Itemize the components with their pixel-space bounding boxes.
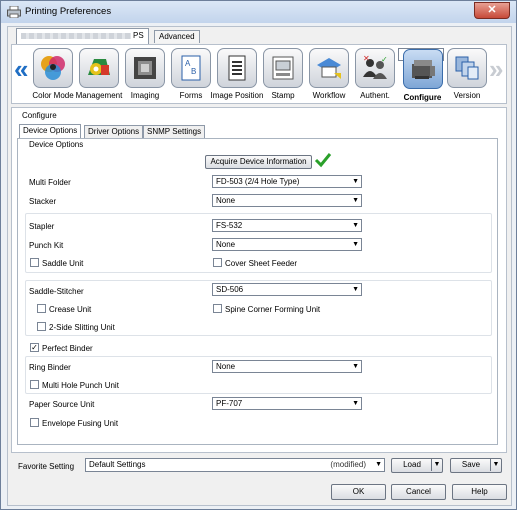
- slitting-unit-checkbox[interactable]: [37, 322, 46, 331]
- image-position-icon: [228, 55, 246, 81]
- paper-source-unit-value: PF-707: [216, 399, 243, 408]
- envelope-fusing-checkbox[interactable]: [30, 418, 39, 427]
- forms-icon: AB: [181, 55, 201, 81]
- load-button[interactable]: Load ▼: [391, 458, 443, 473]
- tab-snmp-settings[interactable]: SNMP Settings: [143, 125, 206, 138]
- favorite-setting-label: Favorite Setting: [18, 462, 75, 471]
- color-mode-icon: [41, 56, 65, 80]
- printing-preferences-window: Printing Preferences ✕ PS Advanced « » C…: [0, 0, 517, 510]
- ok-button[interactable]: OK: [331, 484, 386, 500]
- title-bar: Printing Preferences ✕: [1, 1, 516, 23]
- load-dropdown-icon[interactable]: ▼: [431, 459, 442, 471]
- stapler-select[interactable]: FS-532 ▼: [212, 219, 362, 232]
- paper-source-unit-select[interactable]: PF-707 ▼: [212, 397, 362, 410]
- dropdown-arrow-icon: ▼: [352, 286, 359, 293]
- crease-unit-label: Crease Unit: [49, 305, 92, 314]
- saddle-stitcher-value: SD-506: [216, 285, 244, 294]
- saddle-stitcher-select[interactable]: SD-506 ▼: [212, 283, 362, 296]
- dropdown-arrow-icon: ▼: [352, 222, 359, 229]
- svg-text:B: B: [191, 67, 196, 76]
- configure-subtabs: Device Options Driver Options SNMP Setti…: [19, 124, 499, 138]
- svg-text:✓: ✓: [381, 55, 388, 64]
- stamp-icon: [272, 56, 294, 80]
- cancel-button[interactable]: Cancel: [391, 484, 446, 500]
- crease-unit-checkbox[interactable]: [37, 304, 46, 313]
- stapler-label: Stapler: [29, 222, 55, 231]
- tab-ps[interactable]: PS: [16, 28, 149, 44]
- tab-advanced[interactable]: Advanced: [154, 30, 200, 43]
- ring-binder-value: None: [216, 362, 236, 371]
- multi-folder-label: Multi Folder: [29, 178, 71, 187]
- tab-driver-options[interactable]: Driver Options: [84, 125, 144, 138]
- paper-source-unit-label: Paper Source Unit: [29, 400, 95, 409]
- function-icon-strip: « » Color Mode Management Imaging AB For…: [11, 44, 507, 104]
- save-dropdown-icon[interactable]: ▼: [490, 459, 501, 471]
- version-icon: [455, 56, 479, 80]
- punch-kit-value: None: [216, 240, 236, 249]
- cover-sheet-feeder-checkbox[interactable]: [213, 258, 222, 267]
- dropdown-arrow-icon: ▼: [352, 400, 359, 407]
- ring-binder-label: Ring Binder: [29, 363, 71, 372]
- workflow-icon: [317, 58, 341, 79]
- save-button-label: Save: [461, 460, 481, 469]
- acquire-device-information-button[interactable]: Acquire Device Information: [205, 155, 312, 169]
- function-label: Version: [453, 91, 481, 100]
- spine-corner-forming-unit-label: Spine Corner Forming Unit: [225, 305, 321, 314]
- dropdown-arrow-icon: ▼: [375, 461, 382, 468]
- dropdown-arrow-icon: ▼: [352, 363, 359, 370]
- favorite-setting-value: Default Settings: [89, 460, 146, 469]
- multi-folder-select[interactable]: FD-503 (2/4 Hole Type) ▼: [212, 175, 362, 188]
- dropdown-arrow-icon: ▼: [352, 178, 359, 185]
- cover-sheet-feeder-label: Cover Sheet Feeder: [225, 259, 298, 268]
- favorite-modified-status: (modified): [330, 460, 366, 469]
- favorite-setting-select[interactable]: Default Settings (modified) ▼: [85, 458, 385, 472]
- management-icon: [88, 59, 110, 75]
- stacker-select[interactable]: None ▼: [212, 194, 362, 207]
- tab-ps-label: PS: [133, 31, 144, 40]
- printer-icon: [7, 6, 21, 18]
- perfect-binder-checkbox[interactable]: ✓: [30, 343, 39, 352]
- configure-section-label: Configure: [22, 111, 57, 120]
- check-success-icon: [314, 153, 332, 168]
- close-button[interactable]: ✕: [474, 2, 510, 19]
- svg-text:✕: ✕: [363, 54, 370, 63]
- punch-kit-label: Punch Kit: [29, 241, 64, 250]
- stapler-value: FS-532: [216, 221, 243, 230]
- multi-hole-punch-checkbox[interactable]: [30, 380, 39, 389]
- imaging-icon: [134, 57, 156, 79]
- scroll-right-icon[interactable]: »: [489, 56, 503, 82]
- obscured-printer-name: [21, 32, 131, 39]
- configure-icon: [411, 60, 435, 79]
- device-options-heading: Device Options: [29, 140, 84, 149]
- save-button[interactable]: Save ▼: [450, 458, 502, 473]
- checkmark-icon: ✓: [31, 343, 38, 352]
- function-configure[interactable]: Configure: [398, 48, 444, 102]
- envelope-fusing-label: Envelope Fusing Unit: [42, 419, 119, 428]
- spine-corner-forming-unit-checkbox[interactable]: [213, 304, 222, 313]
- window-title: Printing Preferences: [25, 6, 112, 17]
- perfect-binder-label: Perfect Binder: [42, 344, 93, 353]
- stacker-value: None: [216, 196, 236, 205]
- multi-folder-value: FD-503 (2/4 Hole Type): [216, 177, 300, 186]
- saddle-stitcher-label: Saddle-Stitcher: [29, 287, 84, 296]
- saddle-unit-checkbox[interactable]: [30, 258, 39, 267]
- function-version[interactable]: Version: [444, 48, 490, 102]
- slitting-unit-label: 2-Side Slitting Unit: [49, 323, 115, 332]
- punch-kit-select[interactable]: None ▼: [212, 238, 362, 251]
- load-button-label: Load: [403, 460, 421, 469]
- ring-binder-select[interactable]: None ▼: [212, 360, 362, 373]
- stacker-label: Stacker: [29, 197, 57, 206]
- tab-device-options[interactable]: Device Options: [19, 124, 82, 138]
- help-button[interactable]: Help: [452, 484, 507, 500]
- authentication-icon: ✕ ✓: [363, 54, 388, 79]
- multi-hole-punch-label: Multi Hole Punch Unit: [42, 381, 119, 390]
- saddle-unit-label: Saddle Unit: [42, 259, 84, 268]
- dropdown-arrow-icon: ▼: [352, 197, 359, 204]
- scroll-left-icon[interactable]: «: [14, 56, 28, 82]
- dropdown-arrow-icon: ▼: [352, 241, 359, 248]
